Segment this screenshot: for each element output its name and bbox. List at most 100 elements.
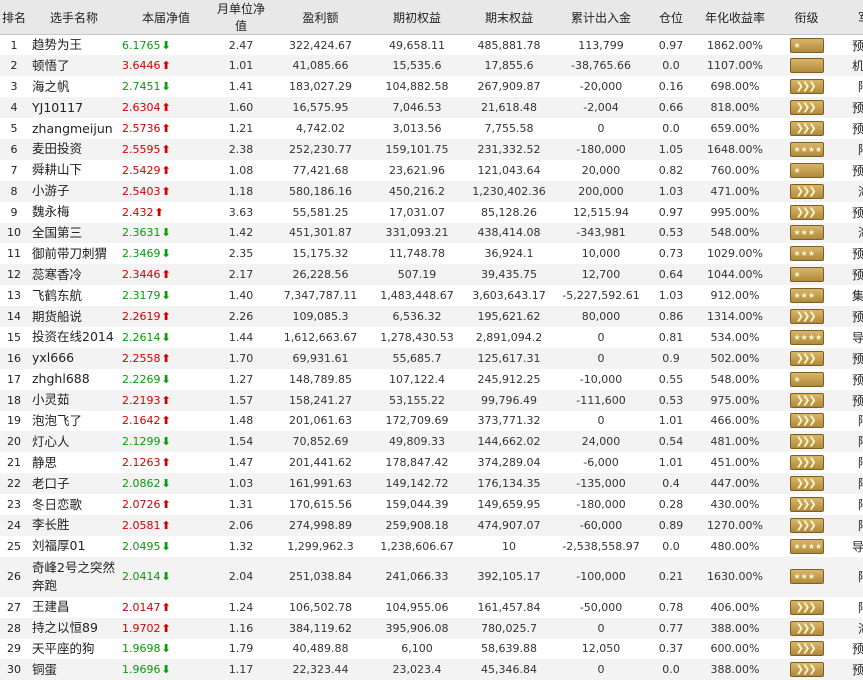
player-name-link[interactable]: 奇峰2号之突然奔跑 [28, 557, 120, 597]
arrow-up-icon: ⬆ [162, 456, 171, 469]
table-row[interactable]: 27王建昌2.0147⬆1.24106,502.78104,955.06161,… [0, 597, 863, 618]
player-name-link[interactable]: 海之帆 [28, 76, 120, 97]
player-name-link[interactable]: 小灵茹 [28, 390, 120, 411]
player-name-link[interactable]: 李长胜 [28, 515, 120, 536]
nav-cell: 3.6446⬆ [120, 55, 212, 76]
rank-badge-icon: ❯❯❯ [790, 455, 824, 470]
table-row[interactable]: 9魏永梅2.432⬆3.6355,581.2517,031.0785,128.2… [0, 202, 863, 223]
rank-badge-cell: ★★★★ [775, 327, 838, 348]
army-cell: 陆军 [838, 597, 863, 618]
cumulative-flow-cell: -50,000 [555, 597, 647, 618]
header-player-name[interactable]: 选手名称 [28, 0, 120, 35]
player-name-link[interactable]: zhangmeijun [28, 118, 120, 139]
table-row[interactable]: 8小游子2.5403⬆1.18580,186.16450,216.21,230,… [0, 181, 863, 202]
table-row[interactable]: 4YJ101172.6304⬆1.6016,575.957,046.5321,6… [0, 97, 863, 118]
table-row[interactable]: 17zhghl6882.2269⬇1.27148,789.85107,122.4… [0, 369, 863, 390]
table-row[interactable]: 20灯心人2.1299⬇1.5470,852.6949,809.33144,66… [0, 431, 863, 452]
nav-value: 2.0726 [122, 498, 161, 511]
table-row[interactable]: 24李长胜2.0581⬆2.06274,998.89259,908.18474,… [0, 515, 863, 536]
header-rank-badge[interactable]: 衔级 [775, 0, 838, 35]
player-name-link[interactable]: 天平座的狗 [28, 639, 120, 660]
end-equity-cell: 374,289.04 [463, 452, 555, 473]
table-row[interactable]: 23冬日恋歌2.0726⬆1.31170,615.56159,044.39149… [0, 494, 863, 515]
nav-cell: 2.2614⬇ [120, 327, 212, 348]
player-name-link[interactable]: zhghl688 [28, 369, 120, 390]
player-name-link[interactable]: YJ10117 [28, 97, 120, 118]
table-row[interactable]: 2顿悟了3.6446⬆1.0141,085.6615,535.617,855.6… [0, 55, 863, 76]
rank-badge-cell: ★★★ [775, 243, 838, 264]
nav-value: 2.0862 [122, 477, 161, 490]
table-row[interactable]: 21静思2.1263⬆1.47201,441.62178,847.42374,2… [0, 452, 863, 473]
annual-return-cell: 1107.00% [695, 55, 775, 76]
rank-cell: 29 [0, 639, 28, 660]
player-name-link[interactable]: 全国第三 [28, 223, 120, 244]
table-row[interactable]: 7舜耕山下2.5429⬆1.0877,421.6823,621.96121,04… [0, 160, 863, 181]
player-name-link[interactable]: 期货船说 [28, 306, 120, 327]
player-name-link[interactable]: 王建昌 [28, 597, 120, 618]
table-row[interactable]: 26奇峰2号之突然奔跑2.0414⬇2.04251,038.84241,066.… [0, 557, 863, 597]
table-row[interactable]: 5zhangmeijun2.5736⬆1.214,742.023,013.567… [0, 118, 863, 139]
player-name-link[interactable]: 魏永梅 [28, 202, 120, 223]
table-row[interactable]: 1趋势为王6.1765⬇2.47322,424.6749,658.11485,8… [0, 35, 863, 56]
table-row[interactable]: 11御前带刀刺猬2.3469⬇2.3515,175.3211,748.7836,… [0, 243, 863, 264]
table-row[interactable]: 6麦田投资2.5595⬆2.38252,230.77159,101.75231,… [0, 139, 863, 160]
army-cell: 预备役 [838, 639, 863, 660]
player-name-link[interactable]: 灯心人 [28, 431, 120, 452]
end-equity-cell: 176,134.35 [463, 473, 555, 494]
table-row[interactable]: 25刘福厚012.0495⬇1.321,299,962.31,238,606.6… [0, 536, 863, 557]
nav-value: 2.2558 [122, 352, 161, 365]
player-name-link[interactable]: 飞鹤东航 [28, 285, 120, 306]
table-row[interactable]: 3海之帆2.7451⬇1.41183,027.29104,882.58267,9… [0, 76, 863, 97]
header-monthly-unit-nav[interactable]: 月单位净值 [212, 0, 270, 35]
header-annual-return[interactable]: 年化收益率 [695, 0, 775, 35]
table-row[interactable]: 28持之以恒891.9702⬆1.16384,119.62395,906.087… [0, 618, 863, 639]
header-rank[interactable]: 排名 [0, 0, 28, 35]
player-name-link[interactable]: 投资在线2014 [28, 327, 120, 348]
player-name-link[interactable]: yxl666 [28, 348, 120, 369]
player-name-link[interactable]: 麦田投资 [28, 139, 120, 160]
player-name-link[interactable]: 小游子 [28, 181, 120, 202]
table-row[interactable]: 14期货船说2.2619⬆2.26109,085.36,536.32195,62… [0, 306, 863, 327]
player-name-link[interactable]: 铜蛋 [28, 659, 120, 680]
table-row[interactable]: 19泡泡飞了2.1642⬆1.48201,061.63172,709.69373… [0, 411, 863, 432]
table-row[interactable]: 29天平座的狗1.9698⬇1.7940,489.886,10058,639.8… [0, 639, 863, 660]
player-name-link[interactable]: 趋势为王 [28, 35, 120, 56]
player-name-link[interactable]: 老口子 [28, 473, 120, 494]
start-equity-cell: 104,882.58 [371, 76, 463, 97]
position-cell: 0.66 [647, 97, 695, 118]
table-row[interactable]: 15投资在线20142.2614⬇1.441,612,663.671,278,4… [0, 327, 863, 348]
table-row[interactable]: 18小灵茹2.2193⬆1.57158,241.2753,155.2299,79… [0, 390, 863, 411]
header-nav[interactable]: 本届净值 [120, 0, 212, 35]
end-equity-cell: 245,912.25 [463, 369, 555, 390]
player-name-link[interactable]: 静思 [28, 452, 120, 473]
monthly-unit-nav-cell: 1.40 [212, 285, 270, 306]
player-name-link[interactable]: 御前带刀刺猬 [28, 243, 120, 264]
table-row[interactable]: 30铜蛋1.9696⬇1.1722,323.4423,023.445,346.8… [0, 659, 863, 680]
army-cell: 预备役 [838, 202, 863, 223]
header-end-equity[interactable]: 期末权益 [463, 0, 555, 35]
table-row[interactable]: 13飞鹤东航2.3179⬇1.407,347,787.111,483,448.6… [0, 285, 863, 306]
annual-return-cell: 1029.00% [695, 243, 775, 264]
player-name-link[interactable]: 舜耕山下 [28, 160, 120, 181]
nav-value: 2.2193 [122, 394, 161, 407]
header-start-equity[interactable]: 期初权益 [371, 0, 463, 35]
start-equity-cell: 149,142.72 [371, 473, 463, 494]
position-cell: 1.03 [647, 181, 695, 202]
table-row[interactable]: 16yxl6662.2558⬆1.7069,931.6155,685.7125,… [0, 348, 863, 369]
player-name-link[interactable]: 持之以恒89 [28, 618, 120, 639]
header-cumulative-flow[interactable]: 累计出入金 [555, 0, 647, 35]
header-profit[interactable]: 盈利额 [270, 0, 371, 35]
player-name-link[interactable]: 蕊寒香冷 [28, 264, 120, 285]
table-row[interactable]: 12蕊寒香冷2.3446⬆2.1726,228.56507.1939,435.7… [0, 264, 863, 285]
player-name-link[interactable]: 顿悟了 [28, 55, 120, 76]
table-row[interactable]: 22老口子2.0862⬇1.03161,991.63149,142.72176,… [0, 473, 863, 494]
player-name-link[interactable]: 泡泡飞了 [28, 411, 120, 432]
player-name-link[interactable]: 刘福厚01 [28, 536, 120, 557]
header-position[interactable]: 仓位 [647, 0, 695, 35]
header-army[interactable]: 军种 [838, 0, 863, 35]
player-name-link[interactable]: 冬日恋歌 [28, 494, 120, 515]
army-cell: 预备役 [838, 118, 863, 139]
monthly-unit-nav-cell: 2.35 [212, 243, 270, 264]
profit-cell: 148,789.85 [270, 369, 371, 390]
table-row[interactable]: 10全国第三2.3631⬇1.42451,301.87331,093.21438… [0, 223, 863, 244]
